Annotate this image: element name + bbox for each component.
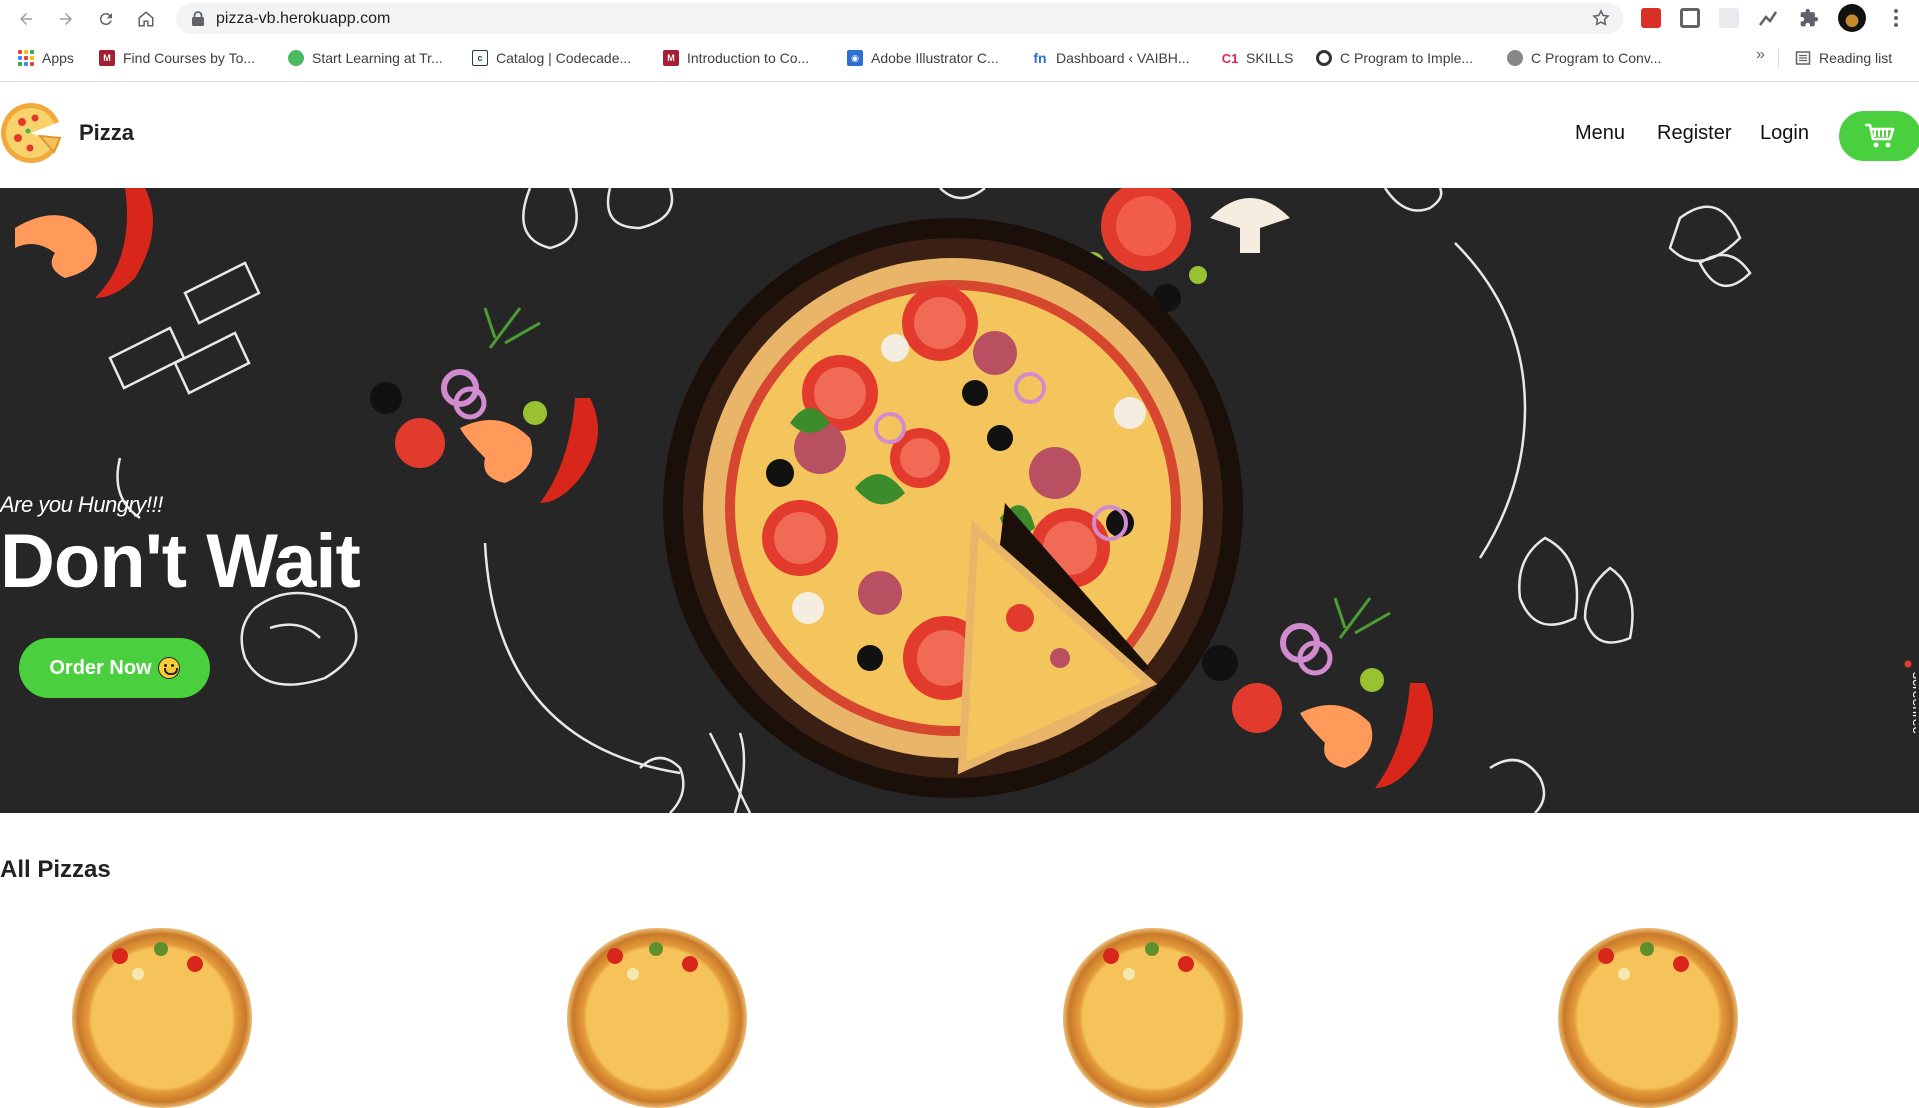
forward-button[interactable] <box>52 5 80 33</box>
circle-icon <box>1316 50 1332 66</box>
profile-avatar[interactable] <box>1838 4 1866 32</box>
divider <box>1778 49 1779 69</box>
globe-icon <box>1507 50 1523 66</box>
hero-banner: Are you Hungry!!! Don't Wait Order Now s… <box>0 188 1919 813</box>
puzzle-icon[interactable] <box>1799 8 1819 28</box>
hero-pizza-image <box>663 218 1243 798</box>
bookmark-label: Find Courses by To... <box>123 50 256 66</box>
reading-list-icon <box>1795 51 1811 65</box>
screenrec-label: screenrec <box>1910 672 1916 733</box>
bookmark-label: Adobe Illustrator C... <box>871 50 999 66</box>
address-bar[interactable]: pizza-vb.herokuapp.com <box>176 3 1623 34</box>
chart-extension-icon[interactable] <box>1758 8 1778 28</box>
bookmark-label: Introduction to Co... <box>687 50 810 66</box>
cors-extension-icon[interactable] <box>1641 8 1661 28</box>
codecademy-icon: c <box>472 50 488 66</box>
reload-button[interactable] <box>92 5 120 33</box>
pizza-card-image[interactable] <box>1063 928 1243 1108</box>
bookmark-item[interactable]: C Program to Conv... <box>1507 44 1661 72</box>
brand-name[interactable]: Pizza <box>79 120 134 146</box>
illustrator-icon: ◉ <box>847 50 863 66</box>
bookmark-label: C Program to Conv... <box>1531 50 1662 66</box>
arrow-left-icon <box>20 13 32 25</box>
nav-login-link[interactable]: Login <box>1760 122 1809 145</box>
bookmark-item[interactable]: C Program to Imple... <box>1316 44 1473 72</box>
browser-chrome: pizza-vb.herokuapp.com Apps M Find Cours… <box>0 0 1919 82</box>
hero-illustration <box>15 188 1752 813</box>
bookmark-item[interactable]: C1 SKILLS <box>1222 44 1293 72</box>
cart-button[interactable] <box>1839 111 1919 161</box>
bookmark-star-icon[interactable] <box>1591 8 1611 28</box>
arrow-right-icon <box>60 13 72 25</box>
bookmark-item[interactable]: M Find Courses by To... <box>99 44 255 72</box>
treehouse-icon <box>288 50 304 66</box>
bookmark-item[interactable]: c Catalog | Codecade... <box>472 44 631 72</box>
screenrec-watermark: screenrec <box>1904 660 1916 733</box>
bookmarks-bar: Apps M Find Courses by To... Start Learn… <box>0 44 1919 72</box>
reading-list-label: Reading list <box>1819 50 1893 66</box>
site-header: Pizza Menu Register Login <box>0 82 1919 188</box>
order-now-button[interactable]: Order Now <box>19 638 210 698</box>
pizza-card-image[interactable] <box>72 928 252 1108</box>
reload-icon <box>99 13 112 26</box>
back-button[interactable] <box>12 5 40 33</box>
mit-ocw-icon: M <box>663 50 679 66</box>
shopping-cart-icon <box>1865 123 1895 148</box>
reading-list-button[interactable]: Reading list <box>1795 44 1892 72</box>
bookmark-item[interactable]: fn Dashboard ‹ VAIBH... <box>1032 44 1190 72</box>
pizza-card-image[interactable] <box>567 928 747 1108</box>
extension-icon[interactable] <box>1719 8 1739 28</box>
mit-ocw-icon: M <box>99 50 115 66</box>
bookmark-item[interactable]: M Introduction to Co... <box>663 44 809 72</box>
bookmark-label: Apps <box>42 50 74 66</box>
nav-register-link[interactable]: Register <box>1657 122 1731 145</box>
browser-menu-icon[interactable] <box>1884 6 1908 30</box>
pizza-card-image[interactable] <box>1558 928 1738 1108</box>
home-button[interactable] <box>132 5 160 33</box>
hero-tagline: Are you Hungry!!! <box>0 492 163 517</box>
nav-menu-link[interactable]: Menu <box>1575 122 1625 145</box>
pizza-logo-icon[interactable] <box>0 100 66 166</box>
extension-icon[interactable] <box>1680 8 1700 28</box>
more-bookmarks-button[interactable]: » <box>1756 46 1765 64</box>
bookmark-item[interactable]: Start Learning at Tr... <box>288 44 443 72</box>
bookmark-label: Start Learning at Tr... <box>312 50 443 66</box>
apps-grid-icon <box>18 50 34 66</box>
bookmark-item[interactable]: ◉ Adobe Illustrator C... <box>847 44 999 72</box>
smiley-icon <box>157 657 180 679</box>
order-now-label: Order Now <box>49 656 152 679</box>
home-icon <box>138 11 154 27</box>
dashboard-icon: fn <box>1032 50 1048 66</box>
skills-icon: C1 <box>1221 50 1239 66</box>
bookmark-label: C Program to Imple... <box>1340 50 1474 66</box>
section-title: All Pizzas <box>0 856 111 883</box>
bookmark-apps[interactable]: Apps <box>18 44 74 72</box>
bookmark-label: SKILLS <box>1246 50 1294 66</box>
hero-title: Don't Wait <box>0 519 361 604</box>
lock-icon <box>192 11 204 26</box>
url-text[interactable]: pizza-vb.herokuapp.com <box>216 10 390 28</box>
browser-toolbar: pizza-vb.herokuapp.com <box>0 0 1919 37</box>
bookmark-label: Catalog | Codecade... <box>496 50 632 66</box>
bookmark-label: Dashboard ‹ VAIBH... <box>1056 50 1190 66</box>
